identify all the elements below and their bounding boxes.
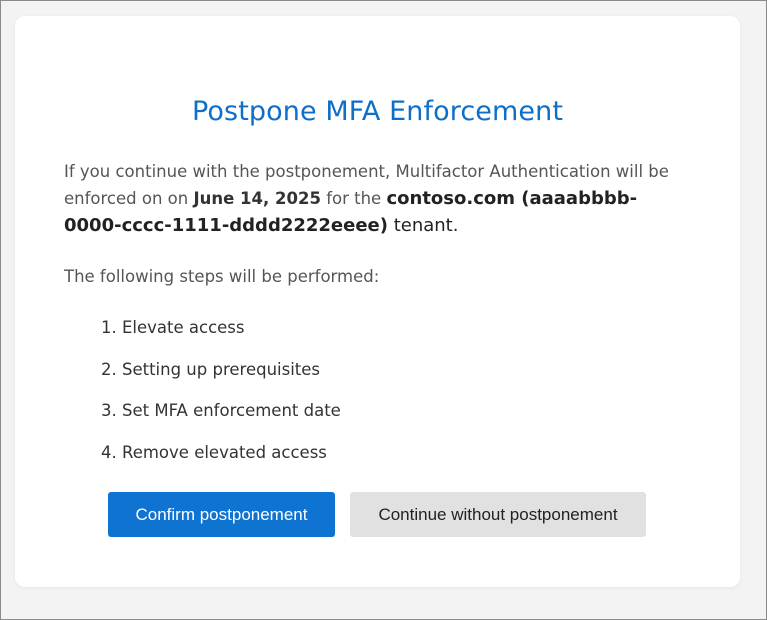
dialog-title: Postpone MFA Enforcement: [191, 96, 564, 127]
step-item: 2. Setting up prerequisites: [101, 360, 321, 379]
confirm-postponement-button[interactable]: Confirm postponement: [108, 492, 335, 537]
continue-without-postponement-button[interactable]: Continue without postponement: [350, 492, 646, 537]
window-frame: Postpone MFA Enforcement If you continue…: [0, 0, 767, 620]
enforcement-date: June 14, 2025: [193, 189, 321, 208]
intro-part3: tenant.: [387, 215, 459, 236]
dialog-card: Postpone MFA Enforcement If you continue…: [15, 16, 740, 587]
step-item: 3. Set MFA enforcement date: [101, 401, 341, 420]
step-item: 4. Remove elevated access: [101, 443, 327, 462]
step-item: 1. Elevate access: [101, 318, 245, 337]
steps-heading: The following steps will be performed:: [64, 267, 380, 286]
intro-text: If you continue with the postponement, M…: [64, 158, 674, 239]
intro-part2: for the: [320, 189, 387, 208]
